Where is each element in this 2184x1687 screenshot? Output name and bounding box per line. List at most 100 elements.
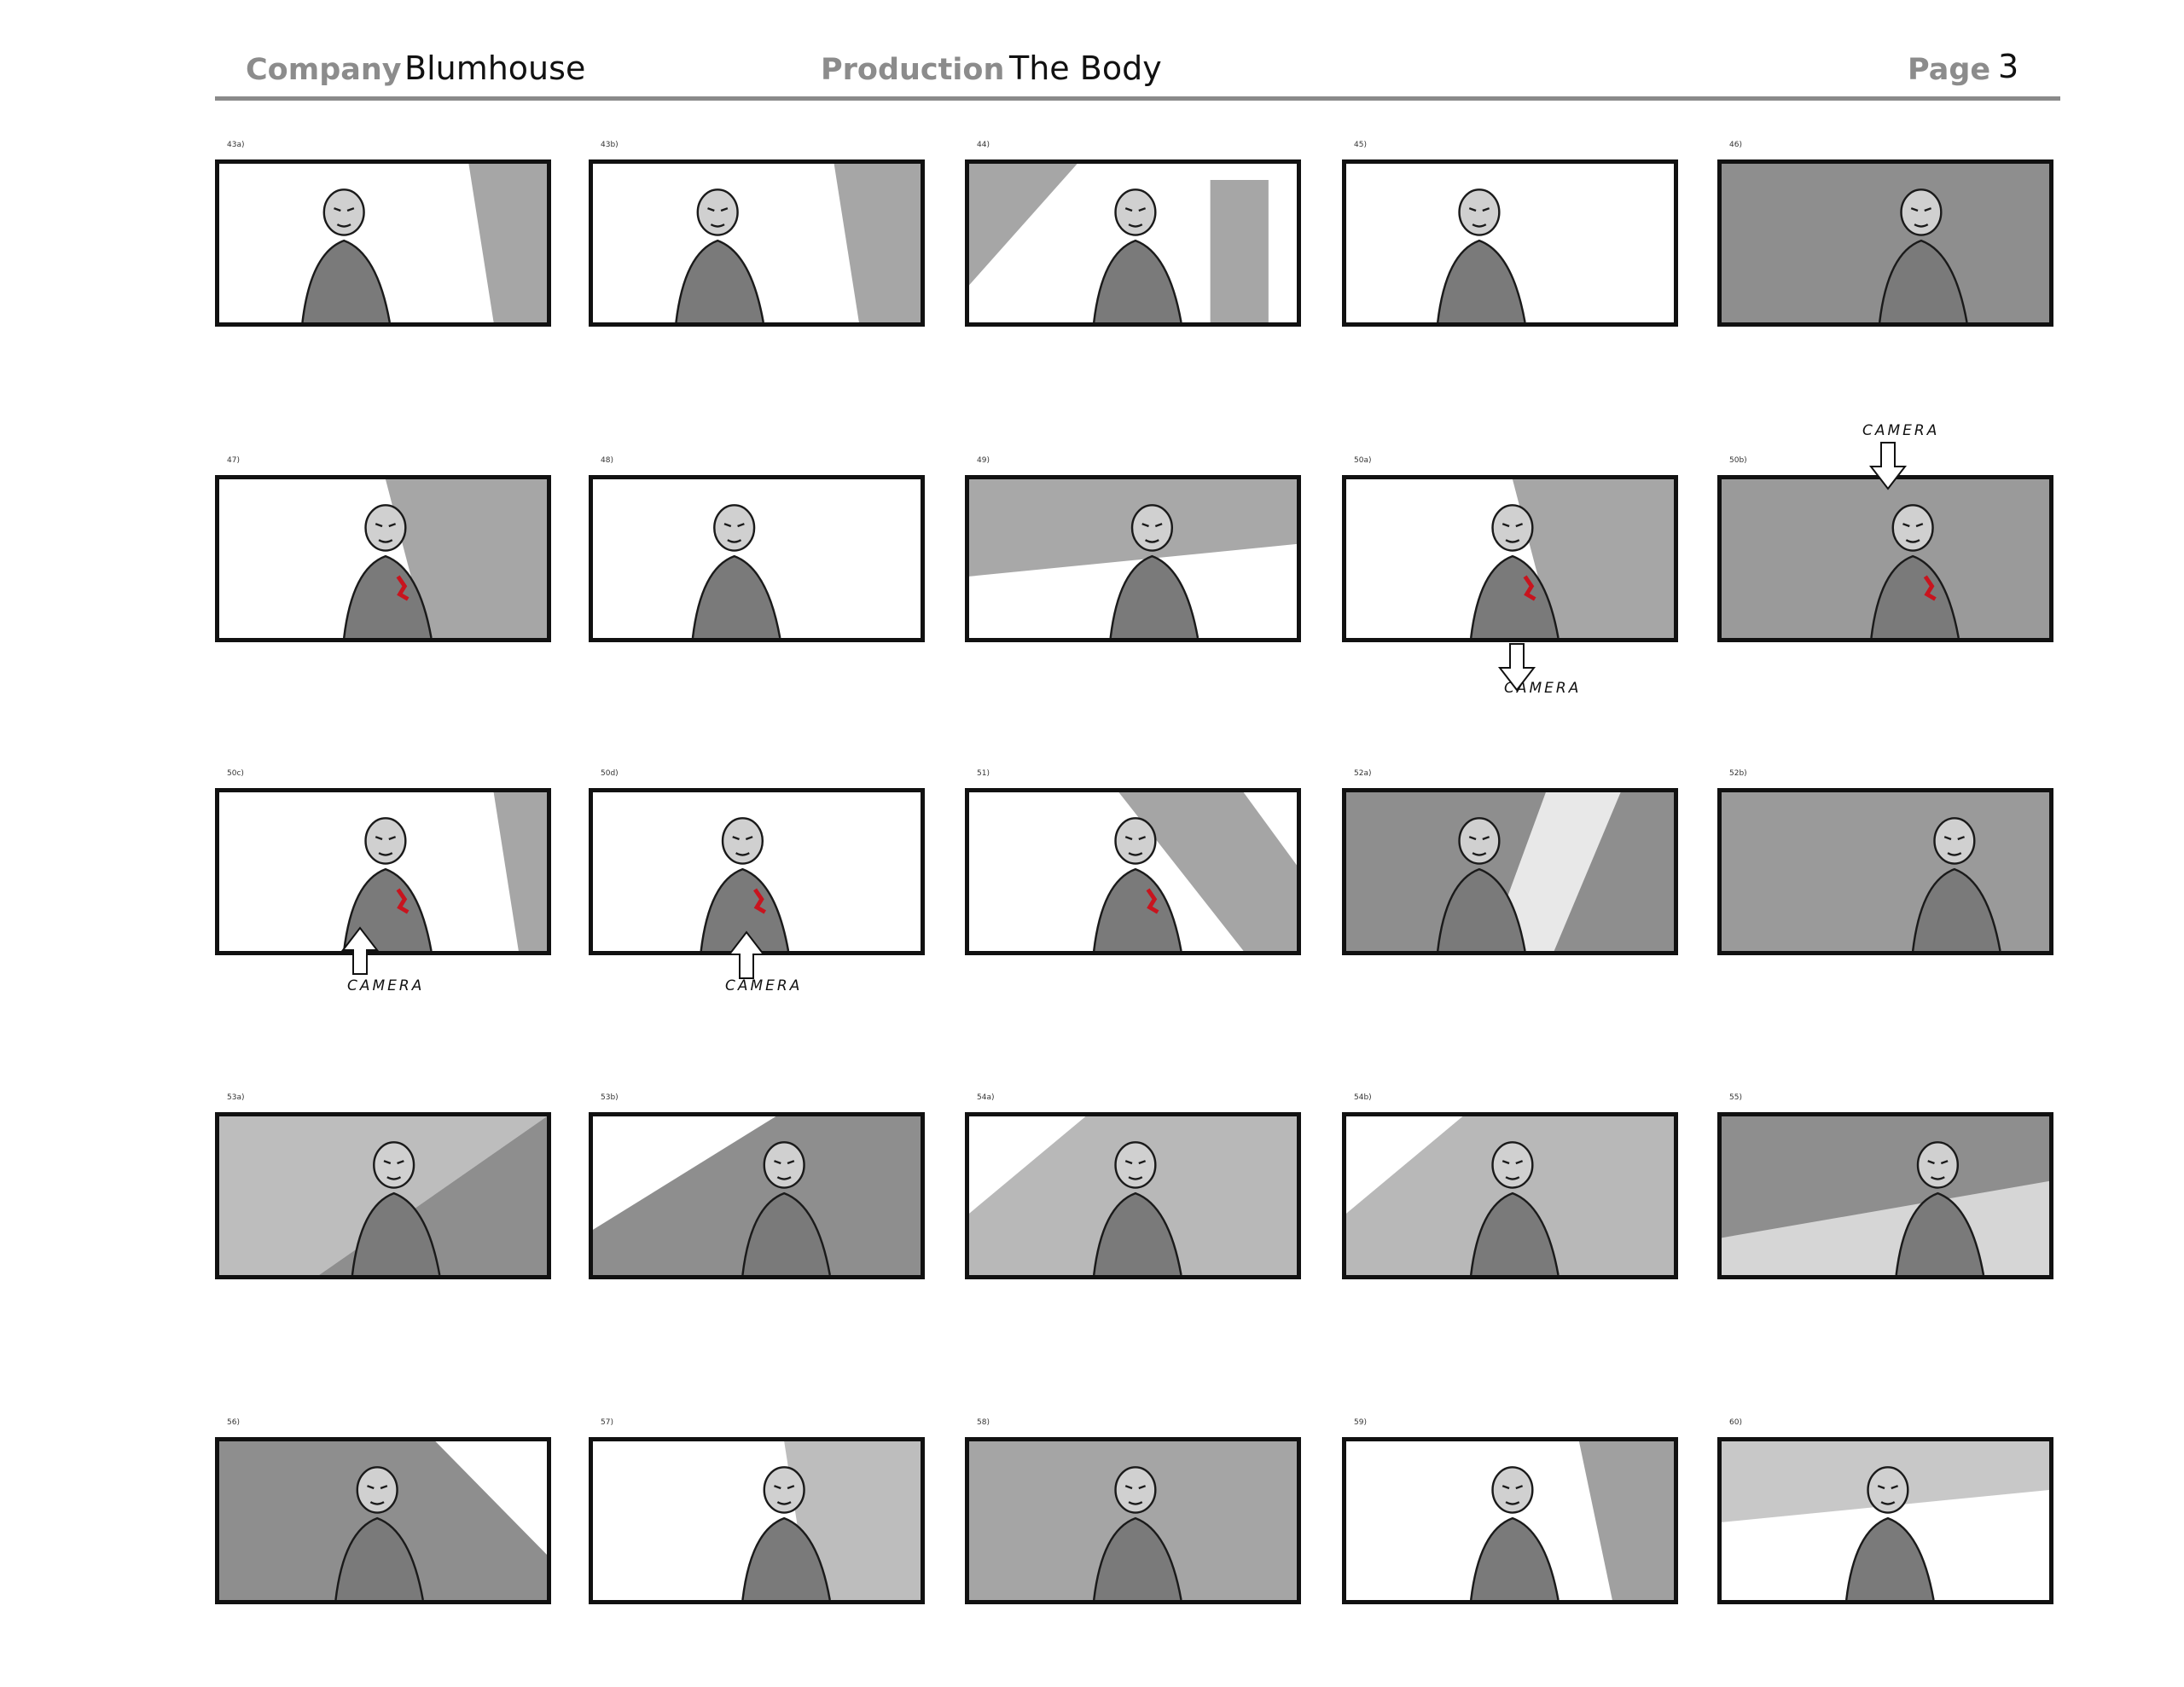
storyboard-panel: 43b) [589,141,925,327]
panel-illustration [1722,1116,2049,1275]
panel-shading [969,164,1077,286]
panel-illustration [1436,188,1526,322]
panel-illustration [1469,1441,1674,1600]
panel-frame [1717,159,2053,327]
storyboard-panel: 58) [965,1418,1301,1604]
panel-number: 57) [601,1418,613,1427]
panel-illustration [969,1116,1297,1275]
panel-shading [1210,179,1269,322]
panel-illustration [301,164,547,322]
panel-frame [965,159,1301,327]
panel-number: 53b) [601,1093,619,1102]
panel-shading [1578,1441,1674,1600]
panel-number: 59) [1354,1418,1367,1427]
panel-number: 53a) [227,1093,245,1102]
panel-number: 56) [227,1418,240,1427]
storyboard-panel: 51) [965,769,1301,955]
panel-illustration [1722,479,2049,638]
page-number: 3 [1998,48,2019,85]
panel-number: 50d) [601,769,619,778]
panel-frame [215,1437,551,1604]
production-label: Production [821,53,1005,87]
panel-illustration [593,1116,921,1275]
panel-frame [589,1112,925,1279]
panel-illustration [219,1441,547,1600]
panel-frame [215,159,551,327]
panel-number: 44) [977,141,990,149]
panel-number: 52b) [1729,769,1747,778]
storyboard-panel: 60) [1717,1418,2053,1604]
company-label: Company [246,53,402,87]
camera-arrow-icon [727,930,766,979]
panel-shading [834,164,921,322]
panel-frame [1717,1112,2053,1279]
panel-frame [1717,475,2053,642]
storyboard-panel: 49) [965,456,1301,642]
panel-number: 43b) [601,141,619,149]
panel-number: 43a) [227,141,245,149]
panel-frame [1717,788,2053,955]
storyboard-panel: 57) [589,1418,925,1604]
panel-number: 46) [1729,141,1742,149]
storyboard-panel: 56) [215,1418,551,1604]
panel-number: 58) [977,1418,990,1427]
panel-number: 47) [227,456,240,465]
panel-illustration [1346,1116,1674,1275]
panel-number: 60) [1729,1418,1742,1427]
storyboard-panel: 43a) [215,141,551,327]
camera-arrow-icon [1868,442,1908,490]
storyboard-panel: 53b) [589,1093,925,1279]
panel-frame [1342,1437,1678,1604]
panel-number: 55) [1729,1093,1742,1102]
company-value: Blumhouse [404,49,586,87]
panel-number: 54a) [977,1093,995,1102]
panel-shading [1722,792,2049,951]
header-rule [215,96,2060,101]
panel-illustration [1346,792,1674,951]
panel-number: 50a) [1354,456,1372,465]
storyboard-panel: 50b) CAMERA [1717,422,2053,642]
panel-number: 45) [1354,141,1367,149]
panel-illustration [700,817,790,951]
figure-sketch [1092,188,1182,322]
storyboard-panel: 50d) CAMERA [589,769,925,994]
figure-sketch [301,188,391,322]
panel-frame [1342,159,1678,327]
storyboard-panel: 45) [1342,141,1678,327]
panel-frame [589,159,925,327]
figure-sketch [691,504,781,638]
panel-frame [589,1437,925,1604]
storyboard-panel: 44) [965,141,1301,327]
panel-illustration [741,1441,921,1600]
camera-note: CAMERA [347,977,425,994]
panel-illustration [969,479,1297,638]
storyboard-panel: 54a) [965,1093,1301,1279]
panel-frame [965,1437,1301,1604]
storyboard-panel: 47) [215,456,551,642]
camera-arrow-icon [340,926,380,975]
storyboard-panel: 50a) CAMERA [1342,456,1678,697]
panel-illustration [342,479,547,638]
figure-sketch [1469,1466,1560,1600]
storyboard-panel: 46) [1717,141,2053,327]
storyboard-panel: 52b) [1717,769,2053,955]
panel-number: 49) [977,456,990,465]
panel-number: 50b) [1729,456,1747,465]
panel-frame [1342,475,1678,642]
panel-frame [1342,1112,1678,1279]
panel-shading [468,164,547,322]
storyboard-panel: 50c) CAMERA [215,769,551,994]
panel-frame [965,1112,1301,1279]
figure-sketch [675,188,764,322]
panel-illustration [1092,792,1297,951]
panel-illustration [1469,479,1674,638]
panel-illustration [1722,164,2049,322]
storyboard-panel: 54b) [1342,1093,1678,1279]
figure-sketch [1436,188,1526,322]
panel-illustration [675,164,921,322]
storyboard-panel: 52a) [1342,769,1678,955]
panel-number: 48) [601,456,613,465]
panel-frame [965,788,1301,955]
panel-frame [1342,788,1678,955]
panel-number: 51) [977,769,990,778]
